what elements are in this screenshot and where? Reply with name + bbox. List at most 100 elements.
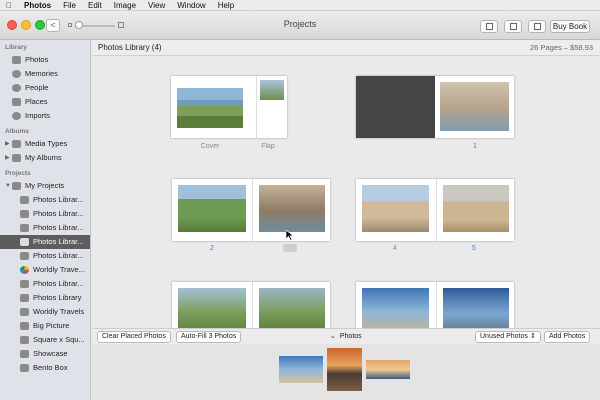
clock-icon	[12, 112, 21, 120]
book-icon	[20, 280, 29, 288]
sidebar-section-library: Library	[5, 44, 28, 51]
tray-photo[interactable]	[366, 360, 410, 379]
sidebar-item-my-albums[interactable]: ▶ My Albums	[0, 151, 90, 165]
book-icon	[20, 252, 29, 260]
spread-2[interactable]	[172, 179, 330, 241]
cover-page[interactable]	[171, 76, 287, 138]
pin-icon	[12, 98, 21, 106]
spread-1-photo[interactable]	[440, 82, 509, 131]
sidebar-item-project[interactable]: Worldly Trave...	[0, 263, 90, 277]
tray-photo[interactable]	[279, 356, 323, 383]
book-settings-button[interactable]	[480, 20, 498, 33]
layout-icon	[510, 23, 517, 30]
book-icon	[20, 308, 29, 316]
layout-options-button[interactable]	[504, 20, 522, 33]
sidebar-item-places[interactable]: Places	[0, 95, 90, 109]
clear-placed-photos-button[interactable]: Clear Placed Photos	[97, 331, 171, 343]
page-5-photo[interactable]	[443, 185, 509, 232]
flap-page[interactable]	[256, 76, 287, 138]
sidebar-item-my-projects[interactable]: ▼ My Projects	[0, 179, 90, 193]
sidebar-item-label: People	[25, 83, 49, 92]
page-4-label[interactable]: 4	[385, 245, 405, 252]
book-icon	[20, 210, 29, 218]
cover-photo[interactable]	[177, 88, 243, 128]
mouse-cursor-icon	[286, 230, 294, 241]
spread-2-right-photo[interactable]	[259, 185, 325, 232]
page-4-photo[interactable]	[362, 185, 429, 232]
sidebar-item-project[interactable]: Photos Librar...	[0, 207, 90, 221]
sidebar-item-project[interactable]: Photos Librar...	[0, 249, 90, 263]
spread-1-left-page	[356, 76, 435, 138]
sidebar-item-label: Worldly Travels	[33, 307, 85, 316]
page-4	[356, 179, 435, 241]
menu-app-name[interactable]: Photos	[24, 0, 51, 11]
buy-book-button[interactable]: Buy Book	[550, 20, 590, 33]
book-settings-icon	[486, 23, 493, 30]
apple-menu-icon[interactable]: 	[6, 0, 12, 11]
disclosure-triangle-icon[interactable]: ▶	[5, 151, 10, 165]
sidebar-item-label: Photos Library	[33, 293, 82, 302]
book-icon	[20, 196, 29, 204]
add-pages-button[interactable]	[528, 20, 546, 33]
book-icon	[20, 336, 29, 344]
spread-1[interactable]	[356, 76, 514, 138]
menu-file[interactable]: File	[63, 0, 76, 11]
sidebar-item-label: Photos Librar...	[33, 237, 84, 246]
menu-window[interactable]: Window	[177, 0, 205, 11]
sidebar-item-project[interactable]: Photos Librar...	[0, 277, 90, 291]
sidebar-item-imports[interactable]: Imports	[0, 109, 90, 123]
sidebar-item-project[interactable]: Big Picture	[0, 319, 90, 333]
sidebar-item-people[interactable]: People	[0, 81, 90, 95]
photos-icon	[12, 56, 21, 64]
unused-photos-value: Unused Photos	[480, 333, 528, 340]
sidebar-item-project[interactable]: Bento Box	[0, 361, 90, 375]
cover-front	[171, 76, 247, 138]
sidebar-item-label: Imports	[25, 111, 51, 120]
sidebar-item-project[interactable]: Worldly Travels	[0, 305, 90, 319]
sidebar-item-project-selected[interactable]: Photos Librar...	[0, 235, 90, 249]
disclosure-triangle-icon[interactable]: ▼	[5, 179, 11, 193]
sidebar-item-project[interactable]: Square x Squ...	[0, 333, 90, 347]
sidebar-item-label: Photos Librar...	[33, 223, 84, 232]
sidebar-section-projects: Projects	[5, 170, 31, 177]
page-5	[436, 179, 514, 241]
sidebar-item-project[interactable]: Photos Library	[0, 291, 90, 305]
sidebar-item-label: Photos Librar...	[33, 251, 84, 260]
menu-help[interactable]: Help	[218, 0, 234, 11]
sidebar-item-label: My Projects	[25, 181, 65, 190]
menu-image[interactable]: Image	[114, 0, 136, 11]
tray-toggle[interactable]: ⌄ Photos	[330, 332, 362, 340]
folder-icon	[12, 154, 21, 162]
spread-2-left-photo[interactable]	[178, 185, 246, 232]
tray-photo[interactable]	[327, 348, 362, 391]
sidebar-item-project[interactable]: Showcase	[0, 347, 90, 361]
spread-1-label[interactable]: 1	[465, 143, 485, 150]
sidebar-item-label: Photos	[25, 55, 49, 64]
spread-2-label[interactable]: 2	[202, 245, 222, 252]
unused-photos-select[interactable]: Unused Photos ⇕	[475, 331, 541, 343]
disclosure-triangle-icon[interactable]: ▶	[5, 137, 10, 151]
sidebar-item-project[interactable]: Photos Librar...	[0, 193, 90, 207]
menu-view[interactable]: View	[148, 0, 165, 11]
sidebar-item-label: Media Types	[25, 139, 68, 148]
book-icon	[20, 224, 29, 232]
auto-fill-button[interactable]: Auto-Fill 3 Photos	[176, 331, 242, 343]
flap-photo[interactable]	[260, 80, 284, 100]
menu-edit[interactable]: Edit	[88, 0, 102, 11]
photos-tray-toolbar: Clear Placed Photos Auto-Fill 3 Photos ⌄…	[92, 328, 600, 344]
spread-4-5[interactable]	[356, 179, 514, 241]
add-photos-button[interactable]: Add Photos	[544, 331, 591, 343]
chevron-down-icon: ⌄	[330, 333, 336, 340]
sidebar: Library Photos Memories People Places Im…	[0, 40, 91, 400]
sidebar-item-photos[interactable]: Photos	[0, 53, 90, 67]
sidebar-item-memories[interactable]: Memories	[0, 67, 90, 81]
sidebar-item-label: Photos Librar...	[33, 195, 84, 204]
book-header: Photos Library (4) 26 Pages – $58.93	[92, 40, 600, 56]
sidebar-item-project[interactable]: Photos Librar...	[0, 221, 90, 235]
sidebar-item-label: Memories	[25, 69, 58, 78]
page-5-label[interactable]: 5	[464, 245, 484, 252]
people-icon	[12, 84, 21, 92]
book-icon	[20, 350, 29, 358]
pages-icon	[534, 23, 541, 30]
sidebar-item-media-types[interactable]: ▶ Media Types	[0, 137, 90, 151]
